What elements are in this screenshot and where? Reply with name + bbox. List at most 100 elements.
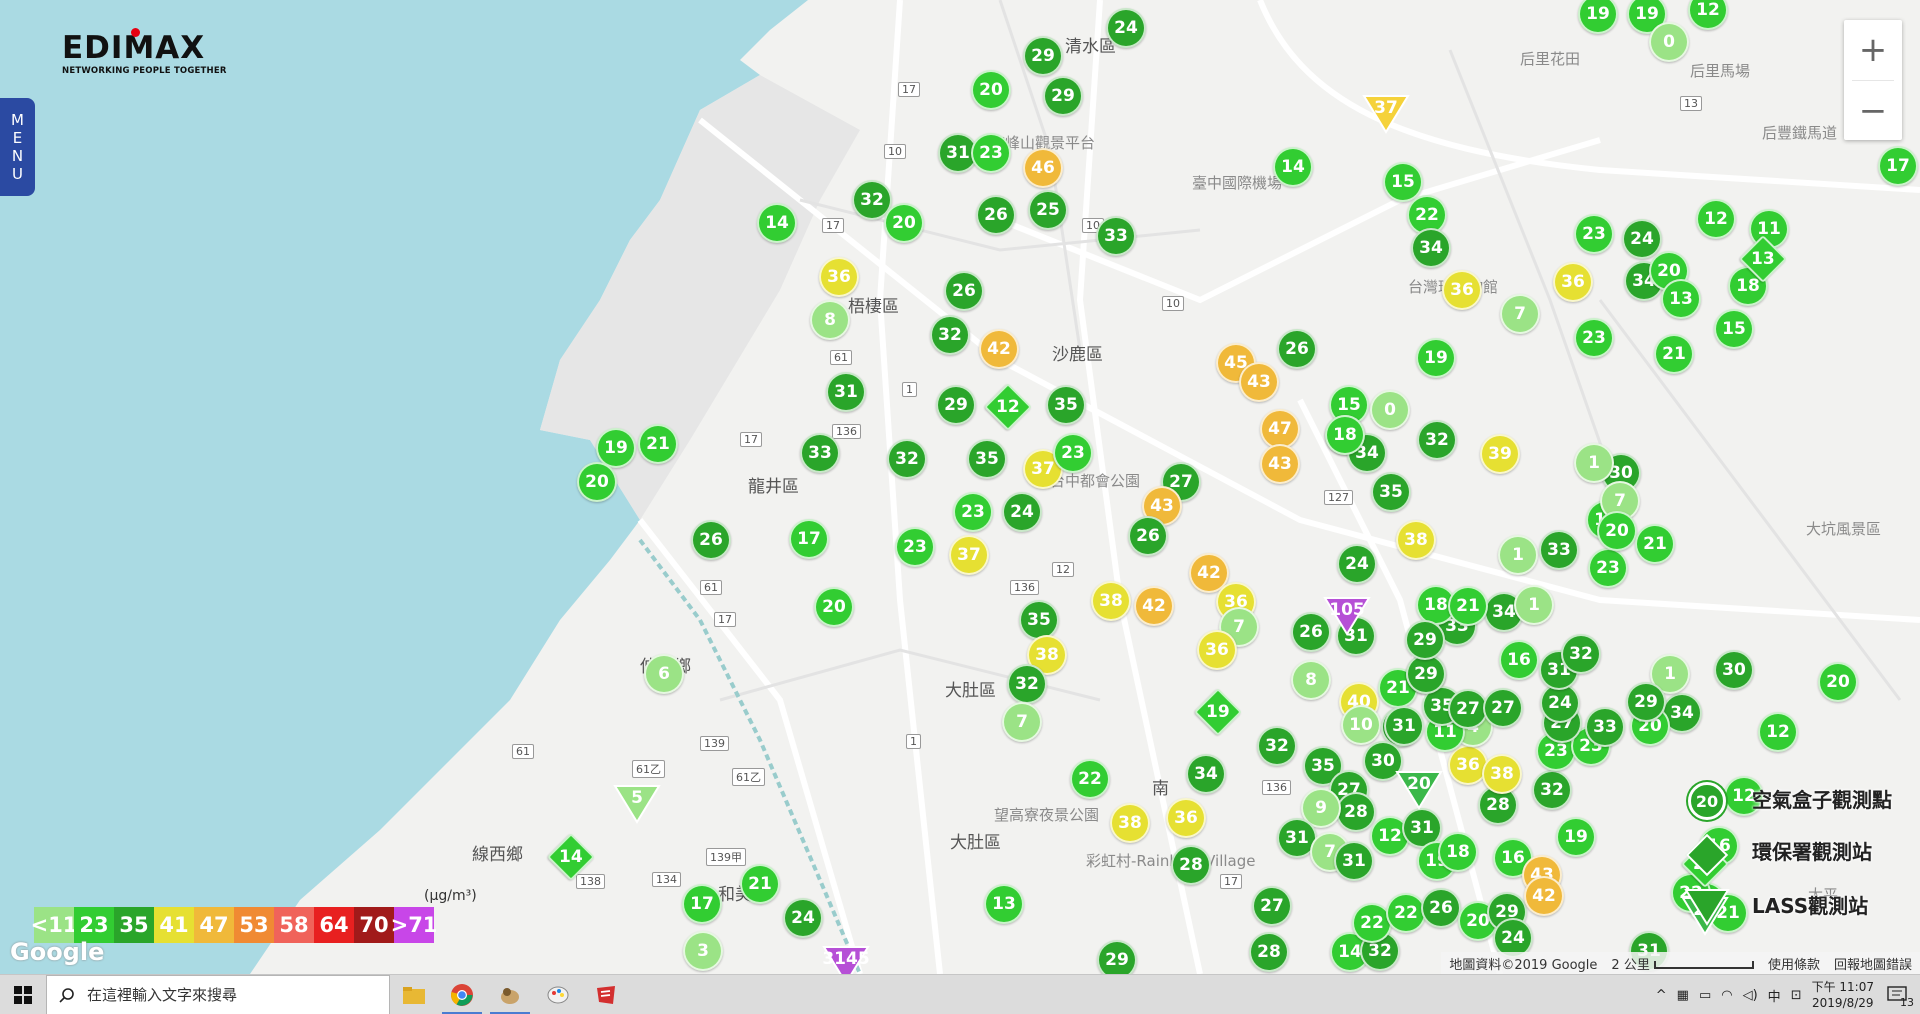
airbox-station-marker[interactable]: 32: [1257, 726, 1297, 766]
airbox-station-marker[interactable]: 27: [1483, 688, 1523, 728]
airbox-station-marker[interactable]: 26: [691, 520, 731, 560]
airbox-station-marker[interactable]: 1: [1498, 535, 1538, 575]
airbox-station-marker[interactable]: 21: [740, 864, 780, 904]
airbox-station-marker[interactable]: 15: [1383, 162, 1423, 202]
airbox-station-marker[interactable]: 36: [1553, 262, 1593, 302]
airbox-station-marker[interactable]: 28: [1336, 792, 1376, 832]
lass-station-marker[interactable]: 20: [1395, 770, 1443, 810]
taskbar-search[interactable]: 在這裡輸入文字來搜尋: [46, 974, 390, 1014]
tray-app-icon[interactable]: ▦: [1677, 988, 1689, 1003]
airbox-station-marker[interactable]: 36: [1166, 798, 1206, 838]
airbox-station-marker[interactable]: 17: [789, 519, 829, 559]
airbox-station-marker[interactable]: 29: [1406, 654, 1446, 694]
airbox-station-marker[interactable]: 21: [1635, 524, 1675, 564]
airbox-station-marker[interactable]: 13: [984, 884, 1024, 924]
airbox-station-marker[interactable]: 29: [1405, 620, 1445, 660]
airbox-station-marker[interactable]: 31: [1384, 706, 1424, 746]
airbox-station-marker[interactable]: 29: [1626, 682, 1666, 722]
airbox-station-marker[interactable]: 23: [1574, 214, 1614, 254]
volume-icon[interactable]: ◁): [1743, 988, 1758, 1003]
airbox-station-marker[interactable]: 26: [1128, 516, 1168, 556]
place-label[interactable]: 臺中國際機場: [1192, 172, 1282, 193]
airbox-station-marker[interactable]: 23: [971, 133, 1011, 173]
airbox-station-marker[interactable]: 24: [1106, 8, 1146, 48]
airbox-station-marker[interactable]: 17: [1878, 146, 1918, 186]
airbox-station-marker[interactable]: 30: [1714, 650, 1754, 690]
airbox-station-marker[interactable]: 27: [1252, 886, 1292, 926]
airbox-station-marker[interactable]: 19: [1556, 817, 1596, 857]
airbox-station-marker[interactable]: 34: [1186, 754, 1226, 794]
airbox-station-marker[interactable]: 14: [757, 203, 797, 243]
airbox-station-marker[interactable]: 32: [1007, 664, 1047, 704]
notification-center-button[interactable]: 13: [1884, 983, 1914, 1009]
airbox-station-marker[interactable]: 0: [1649, 22, 1689, 62]
airbox-station-marker[interactable]: 32: [887, 439, 927, 479]
file-explorer-button[interactable]: [390, 975, 438, 1014]
airbox-station-marker[interactable]: 15: [1714, 309, 1754, 349]
airbox-station-marker[interactable]: 23: [953, 492, 993, 532]
airbox-station-marker[interactable]: 13: [1661, 279, 1701, 319]
airbox-station-marker[interactable]: 32: [1532, 770, 1572, 810]
airbox-station-marker[interactable]: 35: [1046, 385, 1086, 425]
place-label[interactable]: 望高寮夜景公園: [994, 804, 1099, 825]
report-error-link[interactable]: 回報地圖錯誤: [1834, 954, 1912, 973]
airbox-station-marker[interactable]: 17: [682, 884, 722, 924]
zoom-in-button[interactable]: +: [1844, 20, 1902, 80]
airbox-station-marker[interactable]: 32: [1417, 420, 1457, 460]
airbox-station-marker[interactable]: 29: [936, 385, 976, 425]
airbox-station-marker[interactable]: 35: [1371, 472, 1411, 512]
airbox-station-marker[interactable]: 33: [1585, 707, 1625, 747]
airbox-station-marker[interactable]: 26: [1421, 888, 1461, 928]
airbox-station-marker[interactable]: 36: [819, 257, 859, 297]
airbox-station-marker[interactable]: 8: [1291, 660, 1331, 700]
airbox-station-marker[interactable]: 26: [1277, 329, 1317, 369]
tray-chevron-icon[interactable]: ^: [1656, 988, 1667, 1003]
airbox-station-marker[interactable]: 34: [1411, 228, 1451, 268]
airbox-station-marker[interactable]: 27: [1448, 689, 1488, 729]
chrome-button[interactable]: [438, 975, 486, 1014]
place-label[interactable]: 台中都會公園: [1050, 470, 1140, 491]
airbox-station-marker[interactable]: 16: [1499, 640, 1539, 680]
place-label[interactable]: 后里馬場: [1690, 60, 1750, 81]
airbox-station-marker[interactable]: 18: [1325, 415, 1365, 455]
airbox-station-marker[interactable]: 14: [1273, 147, 1313, 187]
airbox-station-marker[interactable]: 22: [1386, 893, 1426, 933]
airbox-station-marker[interactable]: 36: [1197, 630, 1237, 670]
airbox-station-marker[interactable]: 7: [1500, 294, 1540, 334]
airbox-station-marker[interactable]: 24: [1622, 219, 1662, 259]
airbox-station-marker[interactable]: 20: [884, 203, 924, 243]
menu-button[interactable]: MENU: [0, 98, 35, 196]
airbox-station-marker[interactable]: 21: [1654, 334, 1694, 374]
lass-station-marker[interactable]: 105: [1323, 596, 1371, 636]
terms-link[interactable]: 使用條款: [1768, 954, 1820, 973]
airbox-station-marker[interactable]: 35: [1019, 600, 1059, 640]
app-bird-button[interactable]: [486, 975, 534, 1014]
airbox-station-marker[interactable]: 12: [1758, 712, 1798, 752]
zoom-out-button[interactable]: −: [1844, 81, 1902, 141]
ime-indicator[interactable]: 中: [1768, 986, 1781, 1005]
airbox-station-marker[interactable]: 36: [1442, 270, 1482, 310]
app-red-button[interactable]: [582, 975, 630, 1014]
airbox-station-marker[interactable]: 28: [1171, 845, 1211, 885]
airbox-station-marker[interactable]: 10: [1341, 705, 1381, 745]
airbox-station-marker[interactable]: 29: [1023, 36, 1063, 76]
airbox-station-marker[interactable]: 20: [1818, 662, 1858, 702]
start-button[interactable]: [0, 975, 46, 1014]
wifi-icon[interactable]: ◠: [1721, 988, 1732, 1003]
airbox-station-marker[interactable]: 26: [944, 271, 984, 311]
airbox-station-marker[interactable]: 24: [783, 898, 823, 938]
airbox-station-marker[interactable]: 24: [1337, 544, 1377, 584]
clock[interactable]: 下午 11:07 2019/8/29: [1812, 979, 1874, 1011]
airbox-station-marker[interactable]: 3: [683, 931, 723, 971]
airbox-station-marker[interactable]: 22: [1070, 759, 1110, 799]
app-palette-button[interactable]: [534, 975, 582, 1014]
airbox-station-marker[interactable]: 28: [1249, 932, 1289, 972]
battery-icon[interactable]: ▭: [1699, 988, 1711, 1003]
airbox-station-marker[interactable]: 20: [1597, 511, 1637, 551]
airbox-station-marker[interactable]: 42: [1524, 876, 1564, 916]
lass-station-marker[interactable]: 37: [1362, 94, 1410, 134]
airbox-station-marker[interactable]: 7: [1002, 702, 1042, 742]
airbox-station-marker[interactable]: 33: [1539, 530, 1579, 570]
airbox-station-marker[interactable]: 23: [895, 527, 935, 567]
airbox-station-marker[interactable]: 31: [826, 372, 866, 412]
